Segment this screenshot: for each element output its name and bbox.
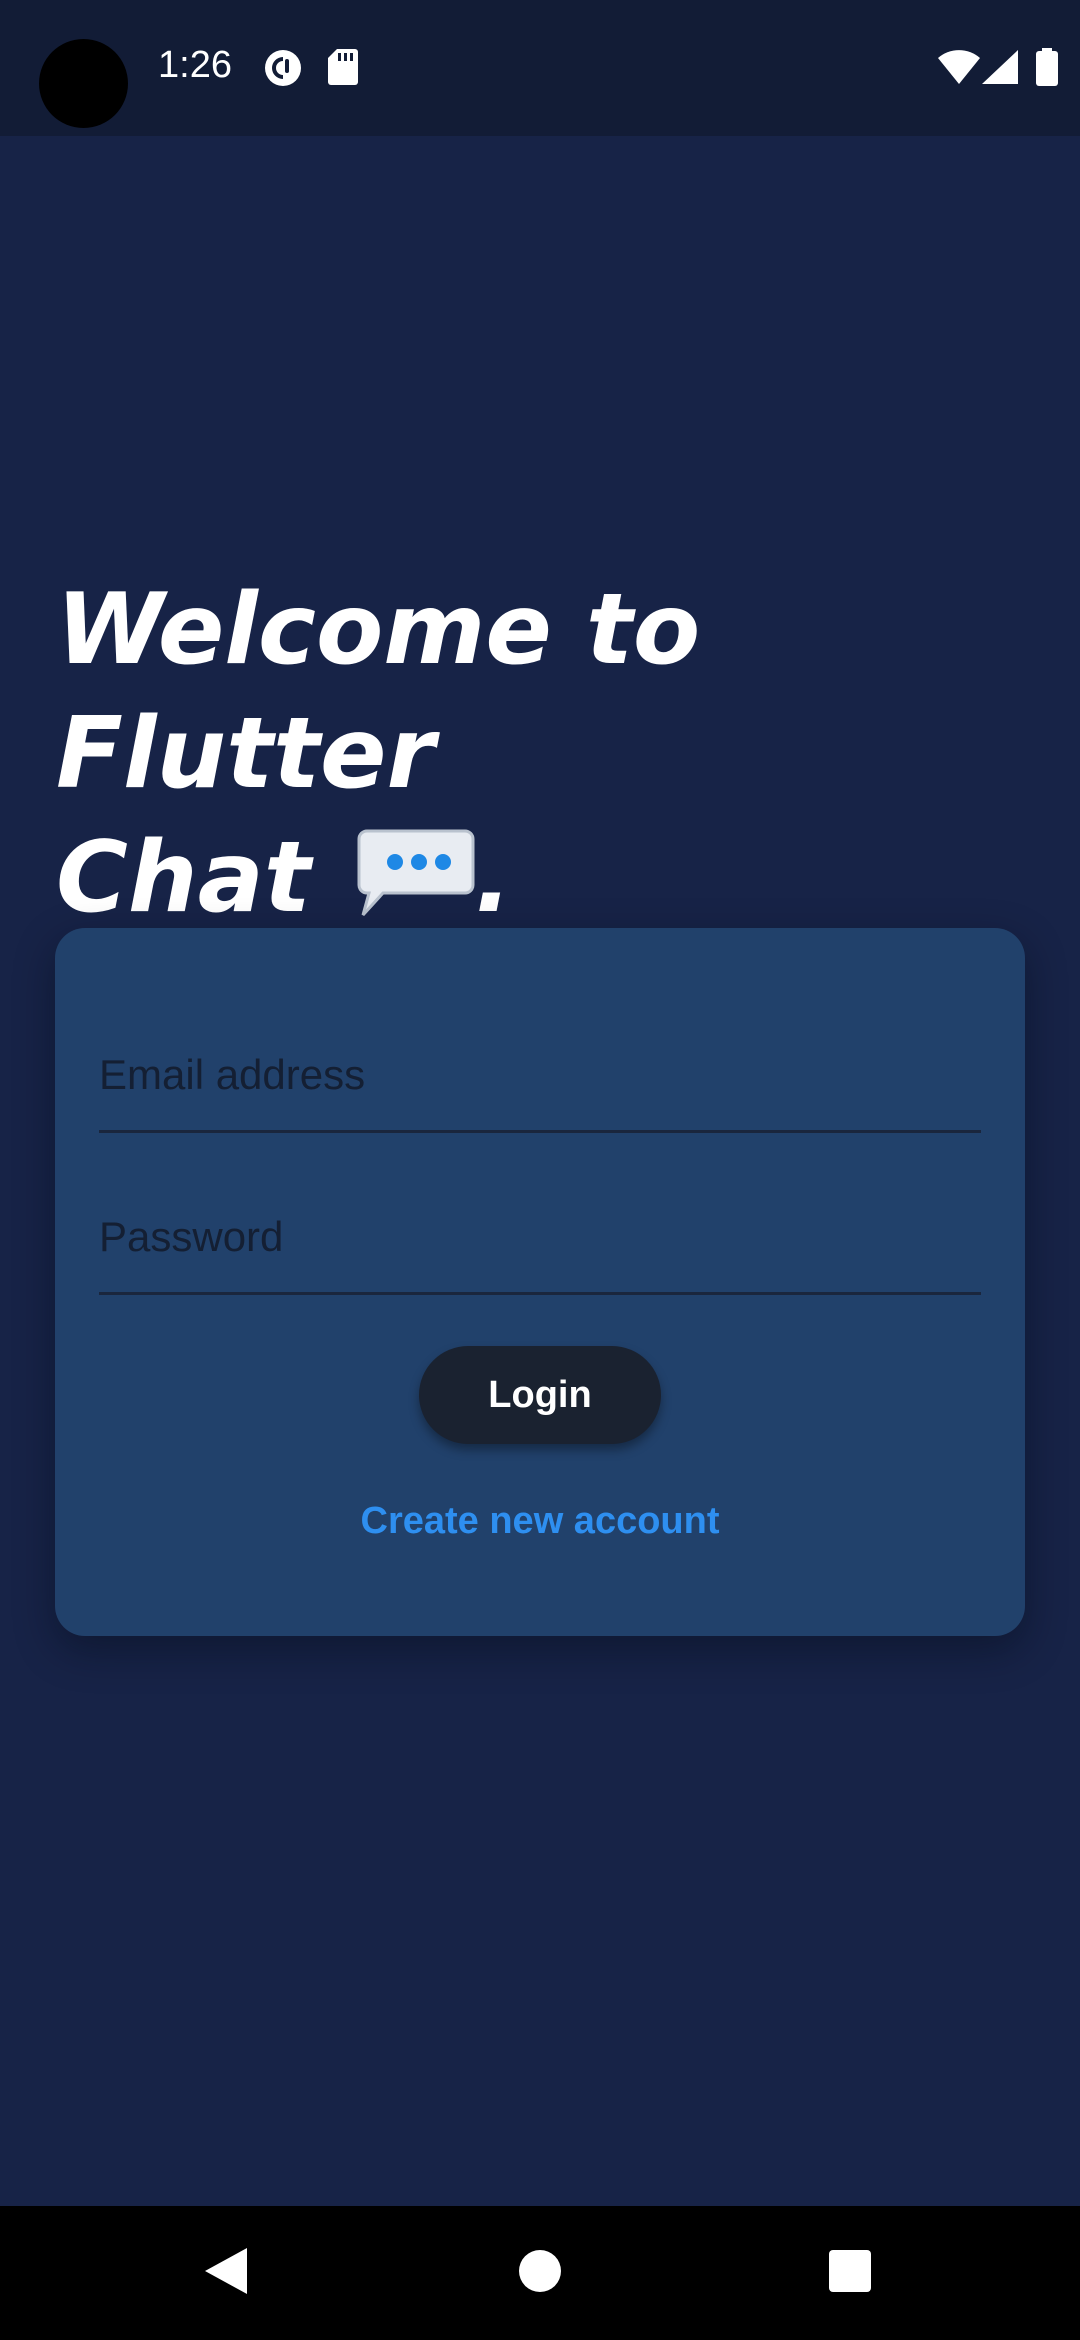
password-field[interactable]	[99, 1202, 981, 1272]
pocket-casts-icon	[264, 49, 302, 92]
recents-icon	[829, 2249, 871, 2297]
cellular-signal-icon	[982, 50, 1018, 89]
home-button[interactable]	[460, 2206, 620, 2340]
navigation-bar	[0, 2206, 1080, 2340]
welcome-period: .	[474, 821, 513, 935]
status-time: 1:26	[158, 44, 232, 86]
email-field[interactable]	[99, 1040, 981, 1110]
home-icon	[518, 2249, 562, 2298]
welcome-title: Welcome to Flutter Chat .	[56, 568, 1046, 948]
welcome-line-2: Chat	[56, 821, 311, 935]
back-button[interactable]	[146, 2206, 306, 2340]
sd-card-icon	[328, 49, 358, 90]
battery-icon	[1036, 48, 1058, 91]
back-icon	[205, 2247, 247, 2299]
screen: 1:26 Welcome to Flutter Chat . Email add…	[0, 0, 1080, 2340]
login-card: Login Create new account	[55, 928, 1025, 1636]
email-field-container	[99, 1020, 981, 1133]
wifi-icon	[938, 50, 980, 89]
password-field-container	[99, 1182, 981, 1295]
camera-cutout	[39, 39, 128, 128]
status-bar: 1:26	[0, 0, 1080, 136]
welcome-line-1: Welcome to Flutter	[56, 573, 701, 811]
login-button[interactable]: Login	[419, 1346, 661, 1444]
recents-button[interactable]	[770, 2206, 930, 2340]
create-account-link[interactable]: Create new account	[55, 1500, 1025, 1543]
